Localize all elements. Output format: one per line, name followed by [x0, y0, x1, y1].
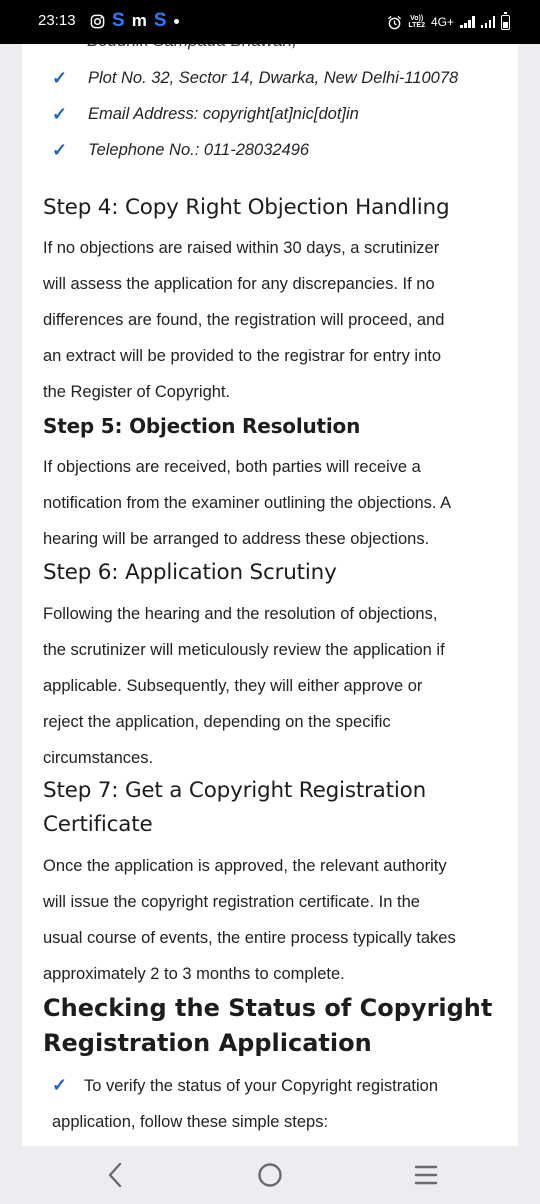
step-6-body: Following the hearing and the resolution… — [43, 596, 503, 776]
status-time: 23:13 — [38, 12, 76, 29]
section-heading-line: Registration Application — [43, 1029, 372, 1057]
check-icon: ✓ — [52, 67, 68, 88]
step-7-line: will issue the copyright registration ce… — [43, 893, 420, 911]
step-4-line: If no objections are raised within 30 da… — [43, 239, 440, 257]
home-icon — [258, 1163, 282, 1187]
recents-icon — [414, 1165, 438, 1185]
address-item-text: Plot No. 32, Sector 14, Dwarka, New Delh… — [88, 68, 459, 87]
step-5-line: notification from the examiner outlining… — [43, 494, 452, 512]
step-7-line: usual course of events, the entire proce… — [43, 929, 456, 947]
volte-label: Vo)) — [410, 15, 424, 22]
status-item-text: application, follow these simple steps: — [52, 1113, 329, 1131]
instagram-icon — [90, 14, 105, 28]
step-5-line: If objections are received, both parties… — [43, 458, 421, 476]
system-status-icons: Vo)) LTE2 4G+ — [387, 11, 510, 33]
step-6-line: reject the application, depending on the… — [43, 713, 391, 731]
step-5-heading: Step 5: Objection Resolution — [43, 414, 361, 438]
signal-icon-sim1 — [460, 16, 475, 28]
step-6-line: the scrutinizer will meticulously review… — [43, 641, 445, 659]
notification-icons: S m S — [90, 10, 179, 32]
step-6-line: applicable. Subsequently, they will eith… — [43, 677, 423, 695]
email-list-item: ✓ Email Address: copyright[at]nic[dot]in — [52, 96, 359, 132]
more-notifications-dot-icon — [173, 18, 179, 24]
step-5-body: If objections are received, both parties… — [43, 449, 503, 557]
step-4-line: the Register of Copyright. — [43, 383, 231, 401]
step-6-line: circumstances. — [43, 749, 154, 767]
status-section-heading: Checking the Status of Copyright Registr… — [43, 991, 492, 1061]
step-7-line: Once the application is approved, the re… — [43, 857, 447, 875]
volte-icon: Vo)) LTE2 — [408, 15, 425, 29]
telephone-item-text: Telephone No.: 011-28032496 — [88, 140, 310, 159]
section-heading-line: Checking the Status of Copyright — [43, 994, 493, 1022]
status-item-text: To verify the status of your Copyright r… — [84, 1077, 438, 1095]
recents-button[interactable] — [406, 1158, 446, 1192]
step-6-heading: Step 6: Application Scrutiny — [43, 560, 337, 585]
step-7-body: Once the application is approved, the re… — [43, 848, 503, 992]
lte2-label: LTE2 — [408, 22, 425, 29]
sms-s-icon: S — [112, 10, 125, 31]
step-6-line: Following the hearing and the resolution… — [43, 605, 438, 623]
step-4-heading: Step 4: Copy Right Objection Handling — [43, 195, 450, 220]
back-icon — [108, 1162, 122, 1188]
check-icon: ✓ — [52, 1075, 68, 1095]
check-icon: ✓ — [52, 103, 68, 124]
step-4-line: will assess the application for any disc… — [43, 275, 435, 293]
sms-s-icon-2: S — [153, 10, 167, 31]
email-item-text: Email Address: copyright[at]nic[dot]in — [88, 104, 359, 123]
step-4-line: differences are found, the registration … — [43, 311, 445, 329]
status-list-item: ✓ To verify the status of your Copyright … — [52, 1067, 492, 1140]
step-4-body: If no objections are raised within 30 da… — [43, 230, 503, 410]
network-type: 4G+ — [430, 15, 454, 29]
signal-icon-sim2 — [480, 16, 495, 28]
check-icon: ✓ — [52, 139, 68, 160]
article-content[interactable]: Bouunik Sampada Bhawan, ✓ Plot No. 32, S… — [22, 0, 518, 1146]
home-button[interactable] — [250, 1158, 290, 1192]
navigation-bar — [0, 1146, 540, 1204]
telephone-list-item: ✓ Telephone No.: 011-28032496 — [52, 132, 309, 168]
gmail-icon: m — [131, 11, 147, 30]
status-bar: 23:13 S m S Vo)) LTE2 4G+ — [0, 0, 540, 44]
step-4-line: an extract will be provided to the regis… — [43, 347, 442, 365]
step-7-heading-line: Step 7: Get a Copyright Registration — [43, 778, 427, 803]
address-list-item: ✓ Plot No. 32, Sector 14, Dwarka, New De… — [52, 60, 458, 96]
alarm-icon — [388, 15, 402, 29]
step-7-heading: Step 7: Get a Copyright Registration Cer… — [43, 774, 426, 842]
back-button[interactable] — [95, 1158, 135, 1192]
step-7-heading-line: Certificate — [43, 812, 153, 837]
step-5-line: hearing will be arranged to address thes… — [43, 530, 430, 548]
step-7-line: approximately 2 to 3 months to complete. — [43, 965, 345, 983]
battery-icon — [501, 11, 510, 30]
